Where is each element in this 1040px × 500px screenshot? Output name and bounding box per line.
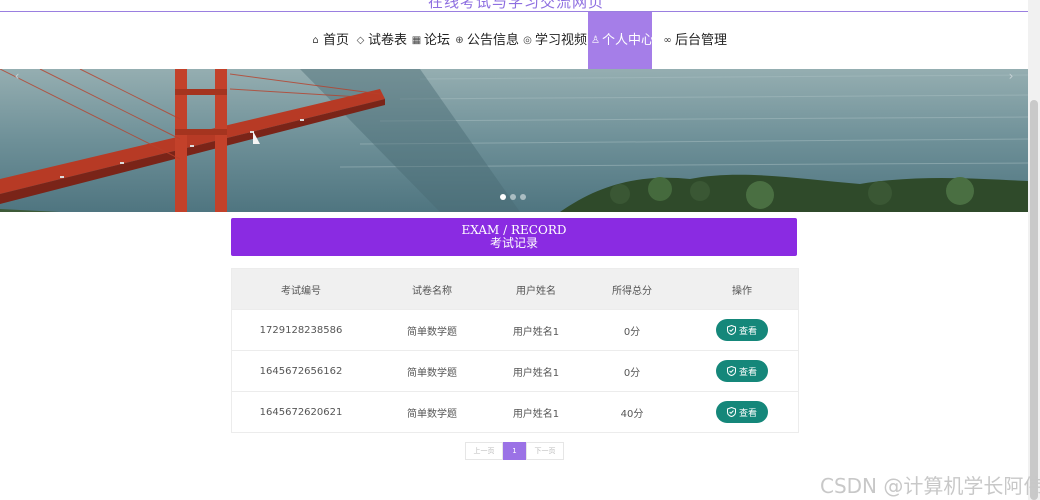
- nav-item-admin[interactable]: ∞ 后台管理: [660, 12, 729, 69]
- paper-name-cell: 简单数学题: [407, 326, 457, 338]
- video-icon: ◎: [523, 35, 532, 46]
- carousel-prev-icon[interactable]: ‹: [10, 69, 24, 83]
- tag-icon: ◇: [356, 35, 365, 46]
- column-header: 考试编号: [281, 285, 321, 297]
- exam-record-table: 考试编号 试卷名称 用户姓名 所得总分 操作 1729128238586 简单数…: [231, 268, 799, 433]
- user-name-cell: 用户姓名1: [512, 408, 560, 420]
- next-page-button[interactable]: 下一页: [526, 442, 564, 460]
- page-number-button[interactable]: 1: [503, 442, 526, 460]
- nav-item-profile[interactable]: ♙ 个人中心: [588, 12, 654, 69]
- score-cell: 0分: [623, 367, 641, 379]
- view-button-label: 查看: [738, 326, 757, 337]
- shield-check-icon: [726, 366, 736, 376]
- column-header: 操作: [732, 285, 752, 297]
- notice-icon: ⊕: [455, 35, 464, 46]
- view-button[interactable]: 查看: [716, 360, 768, 382]
- forum-icon: ▦: [411, 35, 422, 46]
- site-title-bar: 在线考试与学习交流网页: [0, 0, 1028, 12]
- prev-page-button[interactable]: 上一页: [465, 442, 503, 460]
- exam-id-cell: 1645672620621: [259, 406, 343, 418]
- main-nav: ⌂ 首页 ◇ 试卷表 ▦ 论坛 ⊕ 公告信息 ◎ 学习视频 ♙ 个人中心 ∞ 后…: [0, 12, 1028, 69]
- carousel-dot[interactable]: [520, 194, 526, 200]
- view-button-label: 查看: [738, 408, 757, 419]
- carousel-dot[interactable]: [510, 194, 516, 200]
- column-header: 试卷名称: [412, 285, 452, 297]
- user-name-cell: 用户姓名1: [512, 367, 560, 379]
- table-row: 1645672620621 简单数学题 用户姓名1 40分 查看: [232, 391, 798, 432]
- carousel-dot[interactable]: [500, 194, 506, 200]
- carousel-next-icon[interactable]: ›: [1004, 69, 1018, 83]
- column-header: 用户姓名: [516, 285, 556, 297]
- user-icon: ♙: [591, 35, 600, 46]
- nav-item-videos[interactable]: ◎ 学习视频: [520, 12, 589, 69]
- nav-item-label: 后台管理: [675, 33, 728, 48]
- user-name-cell: 用户姓名1: [512, 326, 560, 338]
- paper-name-cell: 简单数学题: [407, 367, 457, 379]
- banner-carousel[interactable]: ‹ ›: [0, 69, 1028, 212]
- score-cell: 40分: [620, 408, 644, 420]
- link-icon: ∞: [663, 35, 672, 46]
- section-title-cn: 考试记录: [489, 236, 538, 250]
- table-header: 考试编号 试卷名称 用户姓名 所得总分 操作: [232, 269, 798, 309]
- nav-item-forum[interactable]: ▦ 论坛: [409, 12, 452, 69]
- table-row: 1645672656162 简单数学题 用户姓名1 0分 查看: [232, 350, 798, 391]
- shield-check-icon: [726, 407, 736, 417]
- view-button[interactable]: 查看: [716, 401, 768, 423]
- score-cell: 0分: [623, 326, 641, 338]
- view-button-label: 查看: [738, 367, 757, 378]
- exam-id-cell: 1645672656162: [259, 365, 343, 377]
- table-row: 1729128238586 简单数学题 用户姓名1 0分 查看: [232, 309, 798, 350]
- site-title: 在线考试与学习交流网页: [428, 0, 605, 11]
- nav-item-home[interactable]: ⌂ 首页: [308, 12, 351, 69]
- section-header: EXAM / RECORD 考试记录: [231, 218, 797, 256]
- carousel-dots: [500, 194, 526, 200]
- nav-item-label: 学习视频: [535, 33, 588, 48]
- nav-item-notices[interactable]: ⊕ 公告信息: [452, 12, 521, 69]
- nav-item-label: 公告信息: [467, 33, 520, 48]
- watermark: CSDN @计算机学长阿伟: [820, 474, 1040, 498]
- nav-item-papers[interactable]: ◇ 试卷表: [353, 12, 409, 69]
- shield-check-icon: [726, 325, 736, 335]
- banner-image: [0, 69, 1028, 212]
- exam-id-cell: 1729128238586: [259, 324, 343, 336]
- nav-item-label: 试卷表: [368, 33, 408, 48]
- pagination: 上一页 1 下一页: [465, 442, 564, 460]
- paper-name-cell: 简单数学题: [407, 408, 457, 420]
- nav-item-label: 论坛: [424, 33, 451, 48]
- section-title-en: EXAM / RECORD: [461, 223, 567, 237]
- scrollbar-thumb[interactable]: [1030, 100, 1038, 500]
- view-button[interactable]: 查看: [716, 319, 768, 341]
- column-header: 所得总分: [612, 285, 652, 297]
- home-icon: ⌂: [312, 35, 319, 46]
- nav-item-label: 首页: [323, 33, 350, 48]
- nav-item-label: 个人中心: [601, 33, 654, 48]
